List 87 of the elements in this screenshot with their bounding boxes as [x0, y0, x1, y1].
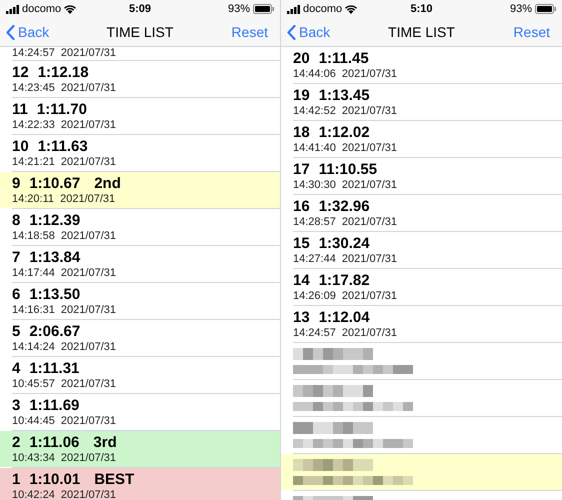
signal-icon [6, 4, 19, 14]
signal-icon [287, 4, 300, 14]
lap-time: 1:13.50 [29, 286, 80, 304]
carrier-name: docomo [22, 2, 62, 17]
nav-title: TIME LIST [387, 22, 456, 42]
lap-number: 15 [293, 234, 310, 252]
lap-number: 9 [12, 174, 20, 192]
back-button[interactable]: Back [287, 22, 367, 42]
lap-number: 16 [293, 198, 310, 216]
lap-time: 1:10.01 [29, 470, 80, 488]
chevron-left-icon [287, 24, 296, 40]
lap-time: 1:17.82 [318, 272, 370, 290]
lap-number: 14 [293, 272, 310, 290]
lap-time: 1:13.84 [29, 248, 80, 266]
lap-timestamp: 10:43:34 2021/07/31 [12, 452, 117, 464]
lap-time: 1:32.96 [318, 198, 370, 216]
lap-time: 1:11.06 [29, 434, 80, 452]
clock-time: 5:09 [128, 2, 152, 17]
lap-number: 20 [293, 50, 310, 68]
nav-title: TIME LIST [106, 22, 174, 42]
lap-time: 1:11.63 [38, 138, 88, 156]
lap-timestamp: 10:42:24 2021/07/31 [12, 488, 117, 500]
rank-label: BEST [94, 470, 134, 488]
battery-percent: 93% [228, 2, 250, 17]
lap-number: 10 [12, 138, 29, 156]
lap-timestamp: 14:24:57 2021/07/31 [293, 326, 398, 340]
battery-icon [253, 4, 274, 14]
clock-time: 5:10 [409, 2, 434, 17]
lap-timestamp: 14:21:21 2021/07/31 [12, 156, 117, 168]
lap-number: 13 [293, 308, 310, 326]
lap-number: 3 [12, 396, 20, 414]
reset-button[interactable]: Reset [513, 22, 556, 42]
lap-number: 19 [293, 86, 310, 104]
list-row[interactable]: 1 1:10.01 BEST 10:42:24 2021/07/31 [0, 468, 280, 500]
back-button[interactable]: Back [6, 22, 86, 42]
carrier-name: docomo [303, 2, 342, 17]
lap-time: 1:11.69 [29, 396, 80, 414]
lap-time: 1:12.18 [38, 64, 89, 82]
list-row[interactable]: 2 1:11.06 3rd 10:43:34 2021/07/31 [0, 431, 280, 467]
lap-number: 6 [12, 286, 20, 304]
lap-timestamp: 14:28:57 2021/07/31 [293, 216, 398, 228]
lap-time: 1:13.45 [318, 86, 370, 104]
lap-time: 1:12.39 [29, 212, 80, 230]
lap-timestamp: 14:16:31 2021/07/31 [12, 304, 117, 316]
lap-timestamp: 14:20:11 2021/07/31 [12, 192, 116, 206]
lap-timestamp: 14:14:24 2021/07/31 [12, 340, 117, 354]
lap-timestamp: 14:18:58 2021/07/31 [12, 230, 117, 242]
battery-icon [535, 4, 556, 14]
lap-timestamp: 14:42:52 2021/07/31 [293, 104, 398, 118]
lap-time: 1:11.31 [29, 360, 80, 378]
lap-time: 1:12.04 [318, 308, 370, 326]
lap-number: 5 [12, 322, 20, 340]
lap-time: 1:11.70 [36, 100, 87, 118]
lap-number: 11 [12, 100, 28, 118]
lap-number: 1 [12, 470, 20, 488]
reset-button[interactable]: Reset [231, 22, 274, 42]
lap-number: 18 [293, 124, 310, 142]
lap-time: 1:10.67 [29, 174, 80, 192]
lap-timestamp: 14:26:09 2021/07/31 [293, 290, 398, 302]
rank-label: 3rd [93, 434, 117, 452]
lap-timestamp: 14:44:06 2021/07/31 [293, 68, 398, 80]
lap-number: 7 [12, 248, 20, 266]
battery-percent: 93% [510, 2, 532, 17]
lap-timestamp: 10:45:57 2021/07/31 [12, 378, 117, 390]
lap-timestamp: 14:23:45 2021/07/31 [12, 82, 117, 94]
chevron-left-icon [6, 24, 15, 40]
lap-timestamp: 14:27:44 2021/07/31 [293, 252, 398, 266]
list-row[interactable]: 9 1:10.67 2nd 14:20:11 2021/07/31 [0, 172, 280, 208]
lap-number: 2 [12, 434, 20, 452]
lap-number: 17 [293, 160, 310, 178]
lap-number: 4 [12, 360, 20, 378]
lap-timestamp: 14:30:30 2021/07/31 [293, 178, 398, 192]
lap-number: 8 [12, 212, 20, 230]
lap-time: 1:12.02 [318, 124, 370, 142]
lap-time: 11:10.55 [318, 160, 378, 178]
lap-timestamp: 14:41:40 2021/07/31 [293, 142, 398, 154]
rank-label: 2nd [94, 174, 121, 192]
lap-time: 2:06.67 [29, 322, 80, 340]
lap-number: 12 [12, 64, 29, 82]
lap-timestamp: 10:44:45 2021/07/31 [12, 414, 117, 428]
lap-timestamp: 14:24:57 2021/07/31 [12, 47, 116, 60]
lap-time: 1:30.24 [318, 234, 370, 252]
lap-timestamp: 14:22:33 2021/07/31 [12, 118, 117, 132]
wifi-icon [64, 4, 76, 14]
lap-time: 1:11.45 [318, 50, 369, 68]
wifi-icon [345, 4, 358, 14]
lap-timestamp: 14:17:44 2021/07/31 [12, 266, 117, 280]
